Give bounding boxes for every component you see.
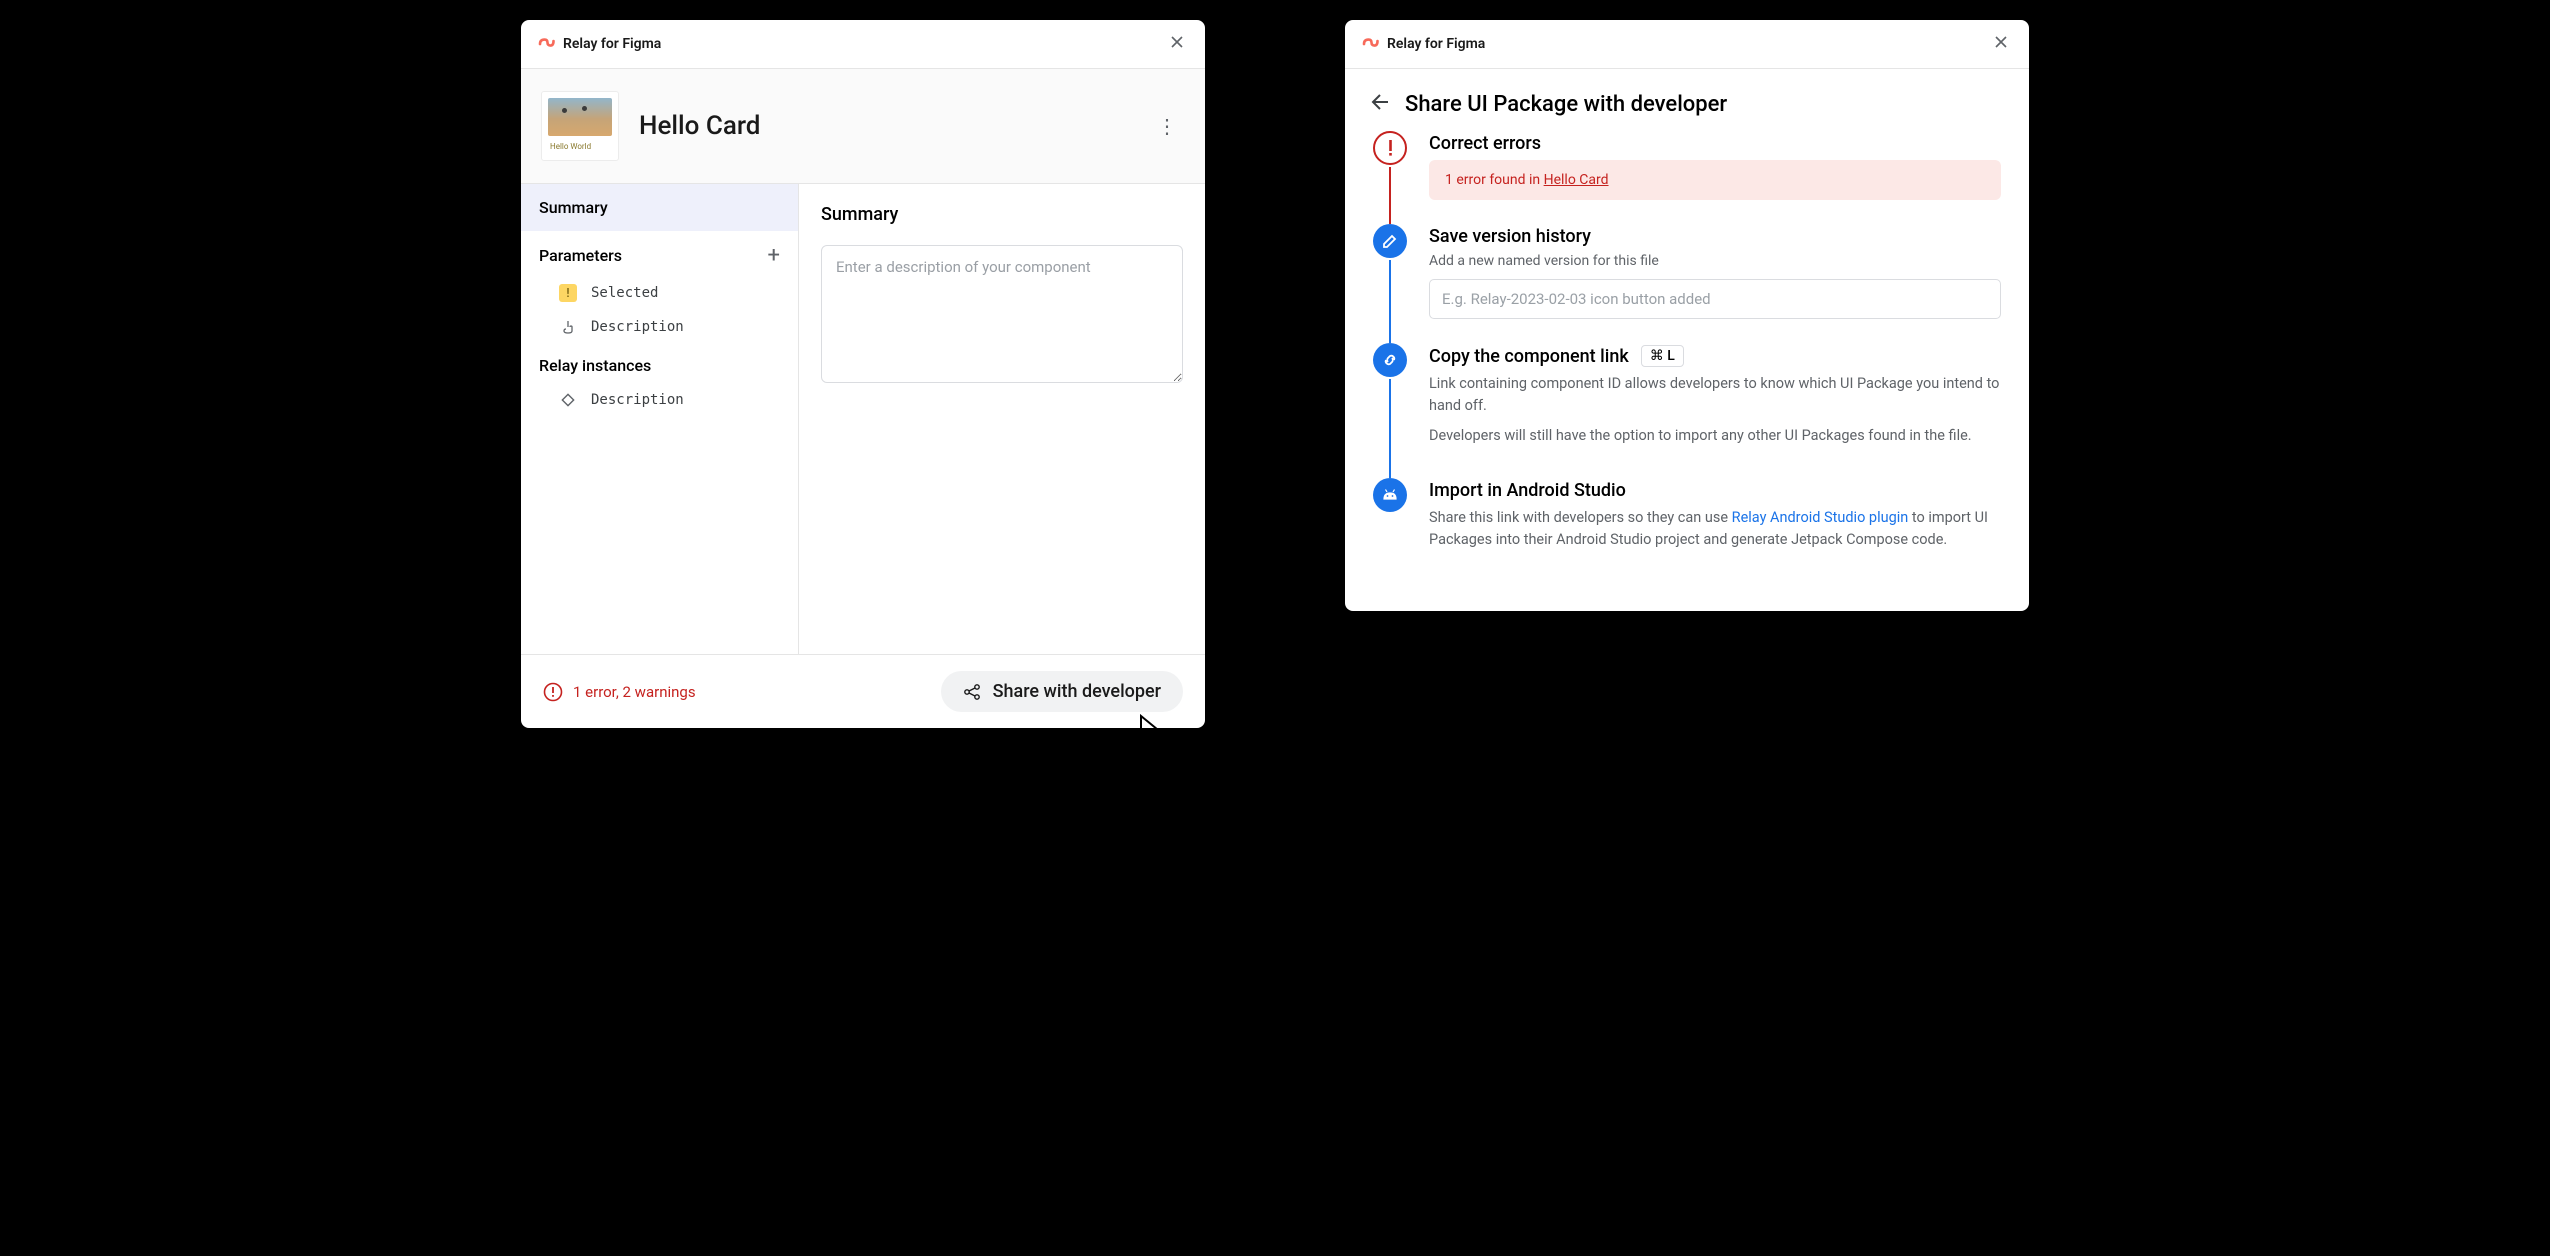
page-header: Share UI Package with developer: [1345, 69, 2029, 131]
component-header: Hello World Hello Card ⋮: [521, 69, 1205, 184]
titlebar: Relay for Figma: [1345, 20, 2029, 69]
thumbnail-caption: Hello World: [548, 142, 591, 151]
error-icon: [1373, 131, 1407, 165]
step-title: Import in Android Studio: [1429, 480, 2001, 501]
parameters-section: Parameters +: [521, 231, 798, 276]
main-panel: Summary: [799, 184, 1205, 654]
version-name-input[interactable]: [1429, 279, 2001, 319]
error-text: 1 error, 2 warnings: [573, 683, 696, 701]
component-title: Hello Card: [639, 111, 760, 141]
diamond-icon: [559, 391, 577, 409]
component-thumbnail: Hello World: [541, 91, 619, 161]
relay-logo-icon: [1361, 35, 1379, 53]
step-save-version: Save version history Add a new named ver…: [1373, 224, 2001, 343]
back-icon[interactable]: [1369, 91, 1391, 117]
step-subtitle: Add a new named version for this file: [1429, 253, 2001, 269]
instance-description[interactable]: Description: [521, 383, 798, 417]
parameters-label: Parameters: [539, 246, 622, 265]
error-status[interactable]: 1 error, 2 warnings: [543, 682, 696, 702]
step-title: Correct errors: [1429, 133, 2001, 154]
more-menu-icon[interactable]: ⋮: [1149, 110, 1185, 142]
step-copy-link: Copy the component link ⌘ L Link contain…: [1373, 343, 2001, 478]
instance-label: Description: [591, 392, 684, 408]
app-title: Relay for Figma: [563, 36, 661, 52]
step-paragraph: Share this link with developers so they …: [1429, 507, 2001, 551]
app-title: Relay for Figma: [1387, 36, 1485, 52]
cursor-icon: [1137, 714, 1167, 728]
param-description[interactable]: Description: [521, 310, 798, 344]
step-paragraph: Developers will still have the option to…: [1429, 425, 2001, 447]
step-title: Save version history: [1429, 226, 2001, 247]
step-import-android: Import in Android Studio Share this link…: [1373, 478, 2001, 583]
step-title: Copy the component link: [1429, 346, 1629, 367]
share-with-developer-button[interactable]: Share with developer: [941, 671, 1183, 712]
android-icon: [1373, 478, 1407, 512]
steps-list: Correct errors 1 error found in Hello Ca…: [1345, 131, 2029, 611]
plugin-link[interactable]: Relay Android Studio plugin: [1732, 509, 1909, 526]
step-correct-errors: Correct errors 1 error found in Hello Ca…: [1373, 131, 2001, 224]
sidebar: Summary Parameters + ! Selected Descript…: [521, 184, 799, 654]
footer-bar: 1 error, 2 warnings Share with developer: [521, 654, 1205, 728]
description-input[interactable]: [821, 245, 1183, 383]
titlebar: Relay for Figma: [521, 20, 1205, 69]
close-icon[interactable]: [1165, 30, 1189, 58]
tab-summary[interactable]: Summary: [521, 184, 798, 231]
relay-instances-section: Relay instances: [521, 344, 798, 383]
error-banner-link[interactable]: Hello Card: [1544, 172, 1609, 188]
warning-icon: !: [559, 284, 577, 302]
tap-icon: [559, 318, 577, 336]
close-icon[interactable]: [1989, 30, 2013, 58]
link-icon: [1373, 343, 1407, 377]
keyboard-shortcut: ⌘ L: [1641, 345, 1684, 367]
step-paragraph: Link containing component ID allows deve…: [1429, 373, 2001, 417]
param-selected[interactable]: ! Selected: [521, 276, 798, 310]
param-label: Description: [591, 319, 684, 335]
relay-instances-label: Relay instances: [539, 356, 651, 375]
pencil-icon: [1373, 224, 1407, 258]
share-package-window: Relay for Figma Share UI Package with de…: [1345, 20, 2029, 611]
page-title: Share UI Package with developer: [1405, 92, 1727, 117]
error-banner[interactable]: 1 error found in Hello Card: [1429, 160, 2001, 200]
main-heading: Summary: [821, 204, 1183, 225]
relay-editor-window: Relay for Figma Hello World Hello Card ⋮…: [521, 20, 1205, 728]
relay-logo-icon: [537, 35, 555, 53]
param-label: Selected: [591, 285, 658, 301]
error-banner-text: 1 error found in: [1445, 172, 1544, 188]
share-button-label: Share with developer: [993, 681, 1161, 702]
add-parameter-icon[interactable]: +: [768, 243, 780, 268]
